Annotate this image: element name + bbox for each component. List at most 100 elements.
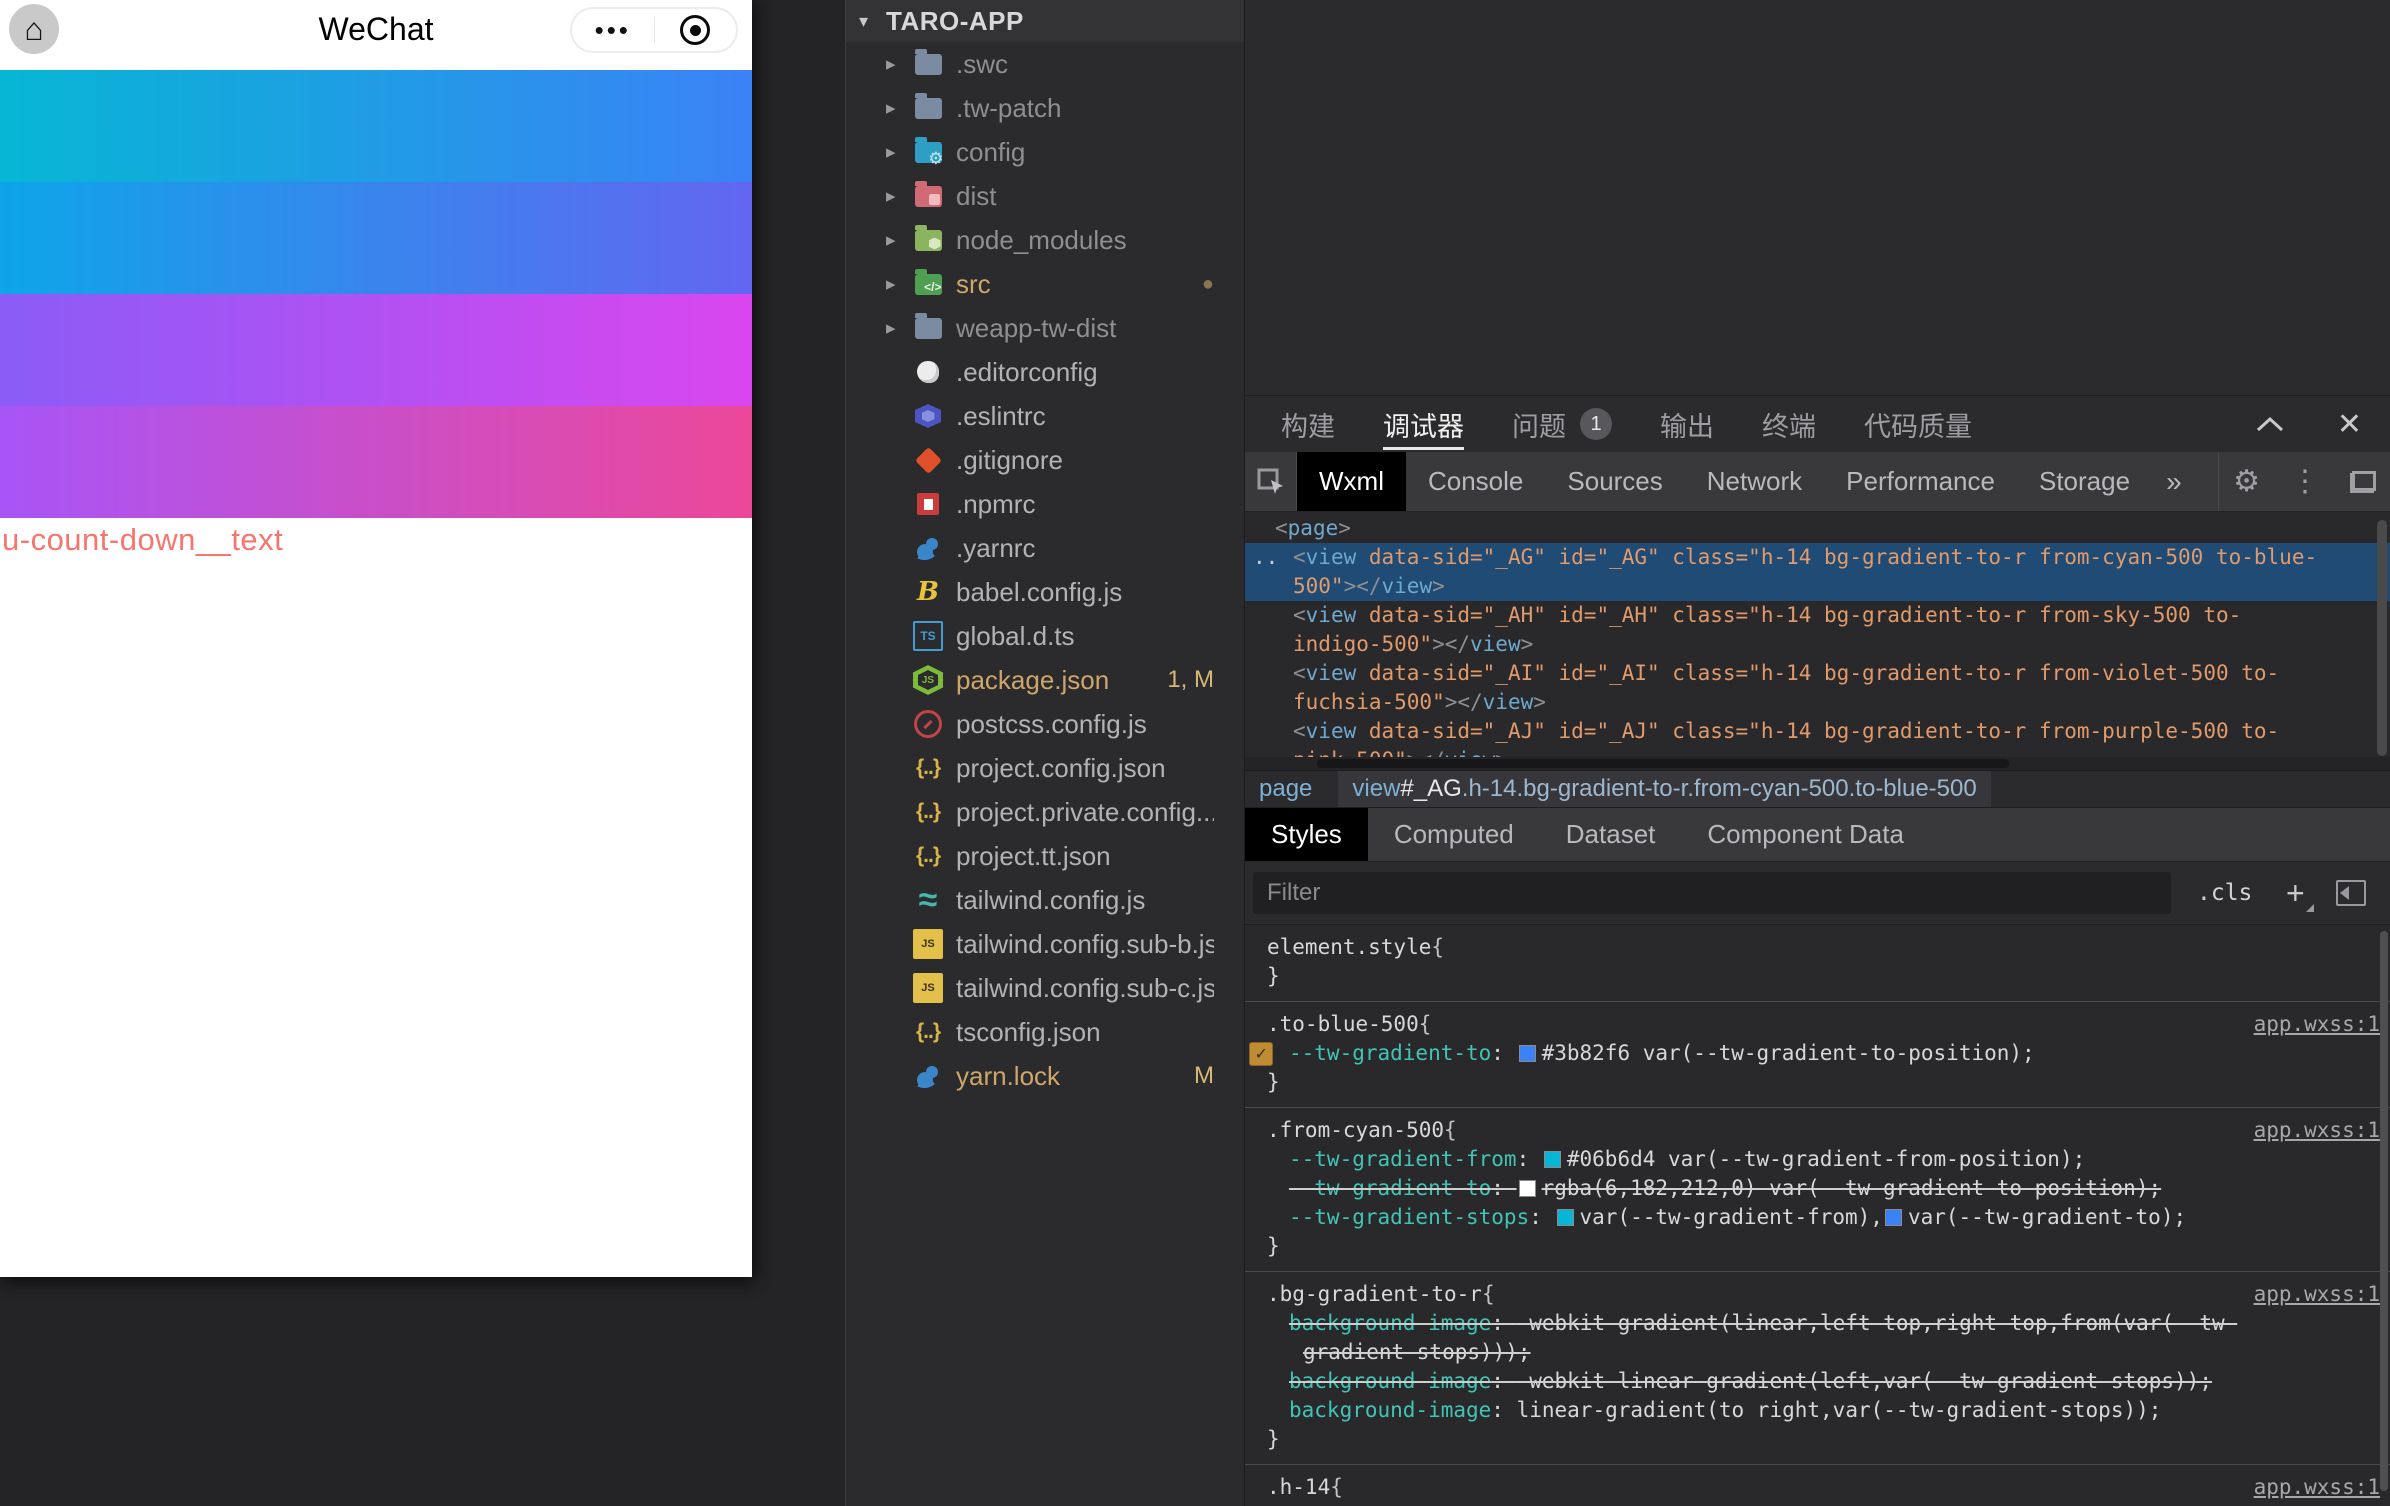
css-property[interactable]: background-image: -webkit-linear-gradien… [1267, 1367, 2350, 1396]
panel-tab-build[interactable]: 构建 [1281, 396, 1335, 452]
gear-icon[interactable]: ⚙ [2233, 464, 2260, 499]
rule-selector[interactable]: element.style [1267, 933, 1431, 962]
stylesheet-link[interactable]: app.wxss:1 [2254, 1116, 2380, 1145]
tree-item-gitignore[interactable]: .gitignore [846, 438, 1244, 482]
tab-component-data[interactable]: Component Data [1681, 808, 1930, 861]
tailwind-icon: ≈ [913, 885, 943, 915]
css-property[interactable]: --tw-gradient-from: #06b6d4 var(--tw-gra… [1267, 1145, 2350, 1174]
collapse-arrow-icon[interactable]: ▸ [886, 141, 913, 164]
tree-item-eslintrc[interactable]: .eslintrc [846, 394, 1244, 438]
color-swatch[interactable] [1557, 1209, 1574, 1226]
breadcrumb-selected-node[interactable]: view#_AG.h-14.bg-gradient-to-r.from-cyan… [1338, 771, 1990, 807]
tab-sources[interactable]: Sources [1545, 452, 1684, 511]
tab-console[interactable]: Console [1406, 452, 1545, 511]
kebab-menu-icon[interactable]: ⋮ [2290, 464, 2320, 499]
css-property[interactable]: ✓--tw-gradient-to: #3b82f6 var(--tw-grad… [1267, 1039, 2350, 1068]
wxml-node-line[interactable]: <view data-sid="_AJ" id="_AJ" class="h-1… [1245, 717, 2390, 746]
vertical-scrollbar[interactable] [2377, 520, 2387, 756]
tree-item-config[interactable]: ▸config [846, 130, 1244, 174]
tree-item-tw-patch[interactable]: ▸.tw-patch [846, 86, 1244, 130]
tree-item-babel-config-js[interactable]: Bbabel.config.js [846, 570, 1244, 614]
panel-tab-output[interactable]: 输出 [1660, 396, 1714, 452]
rule-selector[interactable]: .bg-gradient-to-r [1267, 1280, 1482, 1309]
rule-selector[interactable]: .h-14 [1267, 1473, 1330, 1502]
tab-wxml[interactable]: Wxml [1297, 452, 1406, 511]
tab-computed[interactable]: Computed [1368, 808, 1540, 861]
tree-item-src[interactable]: ▸src● [846, 262, 1244, 306]
collapse-arrow-icon[interactable]: ▸ [886, 97, 913, 120]
wxml-node-line[interactable]: indigo-500"></view> [1245, 630, 2390, 659]
collapse-panel-icon[interactable] [2255, 415, 2285, 433]
css-property[interactable]: --tw-gradient-stops: var(--tw-gradient-f… [1267, 1203, 2350, 1232]
wxml-node-line[interactable]: <view data-sid="_AH" id="_AH" class="h-1… [1245, 601, 2390, 630]
close-panel-icon[interactable]: ✕ [2337, 407, 2362, 442]
tree-item-yarnrc[interactable]: .yarnrc [846, 526, 1244, 570]
breadcrumb-page[interactable]: page [1245, 775, 1326, 803]
tree-item-npmrc[interactable]: .npmrc [846, 482, 1244, 526]
tree-item-project-config-json[interactable]: {..}project.config.json [846, 746, 1244, 790]
tab-storage[interactable]: Storage [2017, 452, 2152, 511]
tree-item-tailwind-config-sub-c-js[interactable]: JStailwind.config.sub-c.js [846, 966, 1244, 1010]
color-swatch[interactable] [1885, 1209, 1902, 1226]
inspect-element-icon[interactable] [1245, 452, 1297, 511]
tree-item-swc[interactable]: ▸.swc [846, 42, 1244, 86]
close-record-icon[interactable] [655, 15, 737, 45]
tree-item-postcss-config-js[interactable]: postcss.config.js [846, 702, 1244, 746]
tree-item-project-private-config[interactable]: {..}project.private.config... [846, 790, 1244, 834]
tab-styles[interactable]: Styles [1245, 808, 1368, 861]
stylesheet-link[interactable]: app.wxss:1 [2254, 1473, 2380, 1502]
tab-performance[interactable]: Performance [1824, 452, 2017, 511]
tree-item-tailwind-config-sub-b-js[interactable]: JStailwind.config.sub-b.js [846, 922, 1244, 966]
stylesheet-link[interactable]: app.wxss:1 [2254, 1280, 2380, 1309]
panel-tab-problems[interactable]: 问题1 [1512, 396, 1612, 452]
wxml-node-line[interactable]: 500"></view> [1245, 572, 2390, 601]
stylesheet-link[interactable]: app.wxss:1 [2254, 1010, 2380, 1039]
tree-item-project-tt-json[interactable]: {..}project.tt.json [846, 834, 1244, 878]
property-checkbox-icon[interactable]: ✓ [1249, 1042, 1273, 1066]
tab-dataset[interactable]: Dataset [1540, 808, 1682, 861]
tree-root-taro-app[interactable]: ▾ TARO-APP [846, 0, 1244, 42]
panel-tab-terminal[interactable]: 终端 [1762, 396, 1816, 452]
color-swatch[interactable] [1519, 1180, 1536, 1197]
wxml-node-line[interactable]: fuchsia-500"></view> [1245, 688, 2390, 717]
new-style-rule-button[interactable]: + [2278, 876, 2312, 910]
more-menu-icon[interactable]: ••• [572, 10, 654, 50]
tree-item-package-json[interactable]: JSpackage.json1, M [846, 658, 1244, 702]
rule-selector[interactable]: .to-blue-500 [1267, 1010, 1419, 1039]
tree-item-node-modules[interactable]: ▸node_modules [846, 218, 1244, 262]
tree-item-weapp-tw-dist[interactable]: ▸weapp-tw-dist [846, 306, 1244, 350]
filter-input[interactable] [1253, 872, 2171, 914]
panel-tab-debugger[interactable]: 调试器 [1383, 396, 1464, 452]
tree-item-yarn-lock[interactable]: yarn.lockM [846, 1054, 1244, 1098]
babel-icon: B [913, 577, 943, 607]
color-swatch[interactable] [1519, 1045, 1536, 1062]
rule-selector[interactable]: .from-cyan-500 [1267, 1116, 1444, 1145]
toggle-class-button[interactable]: .cls [2197, 880, 2252, 906]
collapse-arrow-icon[interactable]: ▸ [886, 317, 913, 340]
tree-item-tailwind-config-js[interactable]: ≈tailwind.config.js [846, 878, 1244, 922]
tab-network[interactable]: Network [1685, 452, 1824, 511]
collapse-arrow-icon[interactable]: ▸ [886, 229, 913, 252]
collapse-arrow-icon[interactable]: ▸ [886, 53, 913, 76]
panel-tab-code-quality[interactable]: 代码质量 [1864, 396, 1972, 452]
wxml-node-line[interactable]: <page> [1245, 514, 2390, 543]
tree-item-dist[interactable]: ▸dist [846, 174, 1244, 218]
tree-item-tsconfig-json[interactable]: {..}tsconfig.json [846, 1010, 1244, 1054]
color-swatch[interactable] [1544, 1151, 1561, 1168]
more-tabs-button[interactable]: » [2152, 452, 2196, 511]
collapse-arrow-icon[interactable]: ▸ [886, 185, 913, 208]
css-property[interactable]: height: 112rpx; [1267, 1502, 2350, 1506]
toggle-sidebar-icon[interactable] [2336, 880, 2366, 906]
styles-scrollbar[interactable] [2380, 931, 2388, 1491]
expand-marker[interactable]: .. [1253, 543, 1278, 572]
collapse-arrow-icon[interactable]: ▸ [886, 273, 913, 296]
css-property[interactable]: background-image: linear-gradient(to rig… [1267, 1396, 2350, 1425]
wxml-node-line[interactable]: <view data-sid="_AI" id="_AI" class="h-1… [1245, 659, 2390, 688]
wxml-node-line[interactable]: ..<view data-sid="_AG" id="_AG" class="h… [1245, 543, 2390, 572]
tree-item-global-d-ts[interactable]: TSglobal.d.ts [846, 614, 1244, 658]
horizontal-scrollbar[interactable] [1245, 757, 2390, 770]
tree-item-editorconfig[interactable]: .editorconfig [846, 350, 1244, 394]
css-property[interactable]: --tw-gradient-to: rgba(6,182,212,0) var(… [1267, 1174, 2350, 1203]
dock-side-icon[interactable] [2350, 471, 2376, 493]
css-property[interactable]: background-image: -webkit-gradient(linea… [1267, 1309, 2350, 1367]
